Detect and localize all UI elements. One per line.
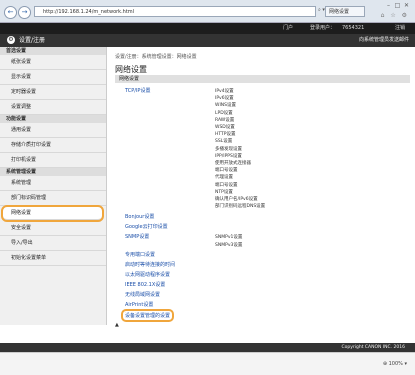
sidebar-item-common[interactable]: 通用设置 xyxy=(0,123,106,138)
ethernet-driver-link[interactable]: 以太网驱动程序设置 xyxy=(125,271,170,278)
tab-label: 网络设置 xyxy=(329,9,350,15)
tcpip-subitem[interactable]: HTTP设置 xyxy=(215,131,236,137)
tcpip-subitem[interactable]: IPP/IPPS设置 xyxy=(215,153,242,159)
sidebar-item-system[interactable]: 系统管理 xyxy=(0,176,106,191)
tcpip-subitem[interactable]: IPv4设置 xyxy=(215,88,234,94)
browser-status-bar: ⊕ 100% ▾ xyxy=(0,352,415,375)
top-bar: 门户 登录用户： 7654321 注销 xyxy=(0,23,415,34)
snmp-settings-link[interactable]: SNMP设置 xyxy=(125,233,149,240)
page-footer: Copyright CANON INC. 2016 xyxy=(0,343,415,352)
ieee8021x-link[interactable]: IEEE 802.1X设置 xyxy=(125,281,165,288)
tcpip-subitem[interactable]: 代理设置 xyxy=(215,174,233,180)
tcpip-subitem[interactable]: NTP设置 xyxy=(215,189,233,195)
sidebar-item-init-menu[interactable]: 初始化设置菜单 xyxy=(0,251,106,266)
sidebar-section-title: 首选设置 xyxy=(0,47,106,55)
page-header: ⚙ 设置/注册 向系统管理员发送邮件 xyxy=(0,34,415,47)
maximize-icon[interactable]: □ xyxy=(393,2,402,9)
breadcrumb: 设置/注册：系统管理设置：网络设置 xyxy=(115,54,197,60)
zoom-control[interactable]: ⊕ 100% ▾ xyxy=(383,361,407,367)
minimize-icon[interactable]: – xyxy=(384,2,393,9)
sidebar-item-adjust[interactable]: 设置调整 xyxy=(0,100,106,115)
sidebar-item-timer[interactable]: 定时器设置 xyxy=(0,85,106,100)
page-title: 网络设置 xyxy=(115,65,147,74)
settings-icon: ⚙ xyxy=(7,36,15,44)
snmpv1-settings-item[interactable]: SNMPv1设置 xyxy=(215,234,242,240)
wireless-lan-link[interactable]: 无线局域网设置 xyxy=(125,291,160,298)
window-buttons: – □ ✕ xyxy=(384,2,411,9)
main-content: 设置/注册：系统管理设置：网络设置 网络设置 网络设置 TCP/IP设置 IPv… xyxy=(115,47,410,328)
tcpip-subitem[interactable]: 部门识别码远程DNS设置 xyxy=(215,203,265,209)
address-bar[interactable]: http://192.168.1.24/m_network.html xyxy=(34,6,316,17)
forward-icon[interactable]: → xyxy=(18,6,31,19)
sidebar: 首选设置 纸张设置 显示设置 定时器设置 设置调整 功能设置 通用设置 存储介质… xyxy=(0,47,107,325)
sidebar-item-display[interactable]: 显示设置 xyxy=(0,70,106,85)
sidebar-item-printer[interactable]: 打印机设置 xyxy=(0,153,106,168)
tcpip-subitem[interactable]: 使用开放式连接器 xyxy=(215,160,251,166)
tcpip-subitem[interactable]: LPD设置 xyxy=(215,110,233,116)
browser-tool-icons[interactable]: ⌂ ☆ ⚙ xyxy=(381,12,409,19)
device-management-link[interactable]: 设备设置管理的设置 xyxy=(120,309,175,322)
airprint-link[interactable]: AirPrint设置 xyxy=(125,301,153,308)
tcpip-subitem[interactable]: RAW设置 xyxy=(215,117,234,123)
browser-chrome: ← → http://192.168.1.24/m_network.html ⌕… xyxy=(0,0,415,23)
tcpip-subitem[interactable]: 端口号设置 xyxy=(215,167,238,173)
tcpip-subitem[interactable]: 确认用户名/IPv6设置 xyxy=(215,196,258,202)
tcpip-subitem[interactable]: 多播发现设置 xyxy=(215,146,242,152)
close-icon[interactable]: ✕ xyxy=(402,2,411,9)
portal-link[interactable]: 门户 xyxy=(283,23,293,34)
tcpip-settings-link[interactable]: TCP/IP设置 xyxy=(125,87,150,94)
mail-admin-link[interactable]: 向系统管理员发送邮件 xyxy=(359,34,409,47)
sidebar-item-paper[interactable]: 纸张设置 xyxy=(0,55,106,70)
sidebar-item-import-export[interactable]: 导入/导出 xyxy=(0,236,106,251)
dedicated-port-link[interactable]: 专用端口设置 xyxy=(125,251,155,258)
section-title-bar: 网络设置 xyxy=(115,75,410,83)
header-title: 设置/注册 xyxy=(19,37,46,44)
sidebar-item-dept-id[interactable]: 部门标识码管理 xyxy=(0,191,106,206)
sidebar-section-title: 功能设置 xyxy=(0,115,106,123)
bonjour-settings-link[interactable]: Bonjour设置 xyxy=(125,213,154,220)
logout-link[interactable]: 注销 xyxy=(395,23,405,34)
tcpip-subitem[interactable]: WSD设置 xyxy=(215,124,235,130)
tcpip-subitem[interactable]: 端口号设置 xyxy=(215,182,238,188)
back-icon[interactable]: ← xyxy=(4,6,17,19)
login-user-label: 登录用户： xyxy=(310,25,336,31)
sidebar-item-network[interactable]: 网络设置 xyxy=(1,205,104,222)
snmpv3-settings-item[interactable]: SNMPv3设置 xyxy=(215,242,242,248)
browser-tab[interactable]: 网络设置 xyxy=(325,6,365,17)
sidebar-item-media-print[interactable]: 存储介质打印设置 xyxy=(0,138,106,153)
back-to-top-icon[interactable]: ▲ xyxy=(115,322,119,328)
login-user-value: 7654321 xyxy=(342,25,365,31)
startup-wait-link[interactable]: 启动时等待连接的时间 xyxy=(125,261,175,268)
sidebar-section-title: 系统管理设置 xyxy=(0,168,106,176)
tcpip-subitem[interactable]: WINS设置 xyxy=(215,102,236,108)
tcpip-subitem[interactable]: IPv6设置 xyxy=(215,95,234,101)
sidebar-item-security[interactable]: 安全设置 xyxy=(0,221,106,236)
copyright-text: Copyright CANON INC. 2016 xyxy=(341,345,406,350)
url-text: http://192.168.1.24/m_network.html xyxy=(43,9,135,15)
tcpip-subitem[interactable]: SSL设置 xyxy=(215,138,232,144)
google-cloud-print-link[interactable]: Google云打印设置 xyxy=(125,223,168,230)
